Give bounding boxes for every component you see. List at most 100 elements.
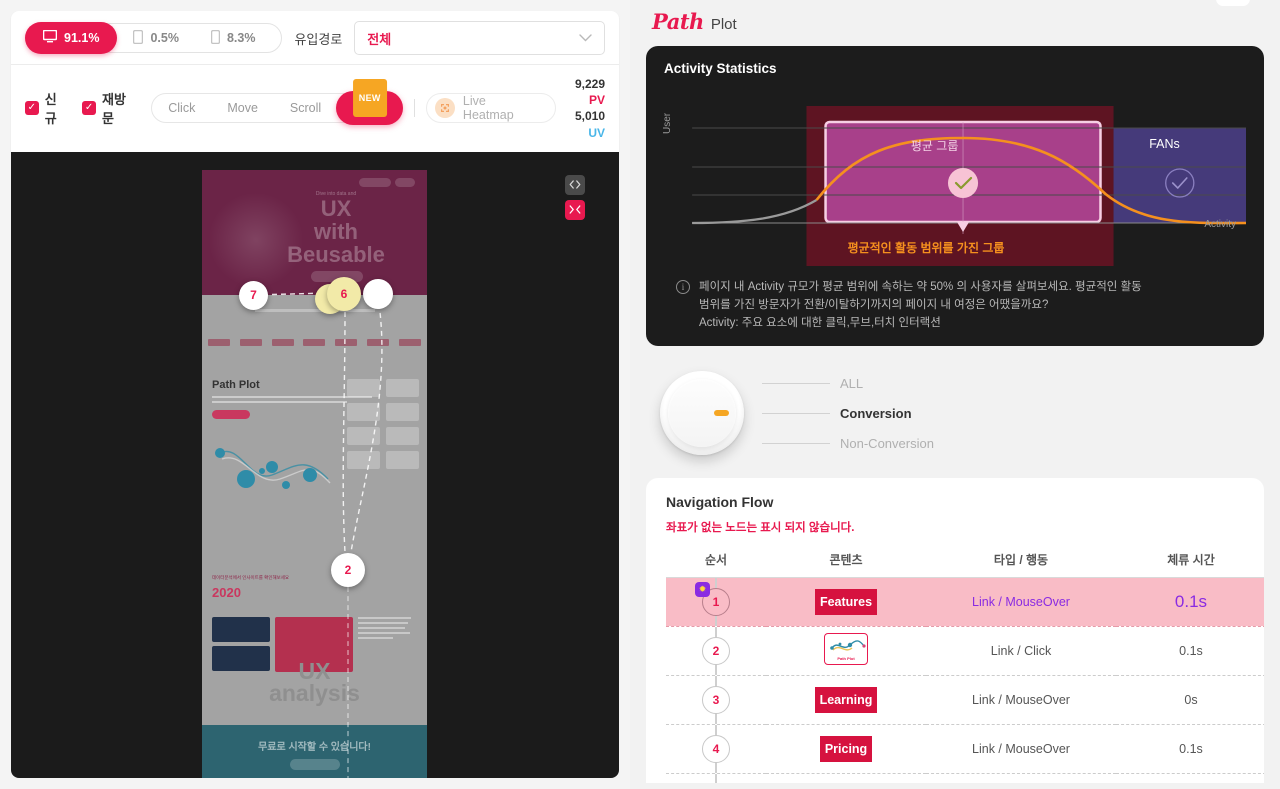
navigation-flow-table: 순서 콘텐츠 타입 / 행동 체류 시간 ✹ 1 Features Link /… [666, 551, 1264, 784]
row-time-cell: 0.1s [1116, 626, 1264, 677]
inflow-path-value: 전체 [367, 31, 392, 47]
preview-mid-button [212, 409, 250, 419]
live-heatmap-button[interactable]: Live Heatmap [426, 93, 556, 124]
interaction-type: Link / MouseOver [972, 693, 1070, 708]
row-content-cell[interactable]: Pricing [766, 724, 926, 775]
path-preview-stage[interactable]: Dive into data and UX with Beusable Path… [11, 151, 619, 778]
row-type-cell: Link / Click [926, 626, 1116, 677]
mode-segmented-control[interactable]: Click Move Scroll NEW Path [151, 79, 404, 126]
knob-options: ALL Conversion Non-Conversion [762, 368, 934, 458]
chart-region-label-fans: FANs [1149, 137, 1180, 151]
stage-button-group [565, 174, 585, 225]
preview-cta-section: 무료로 시작할 수 있습니다! [202, 724, 427, 778]
table-row[interactable]: 2 Path Plot Link / Click 0.1s [666, 626, 1264, 677]
uv-stat: 5,010 UV [556, 108, 605, 140]
preview-cta-button [289, 758, 340, 770]
row-type-cell: Link / MouseOver [926, 577, 1116, 628]
panel-tab-nub[interactable] [1216, 0, 1250, 6]
knob-line [762, 412, 830, 414]
activity-statistics-title: Activity Statistics [664, 61, 777, 76]
row-content-cell[interactable]: Path Plot [766, 626, 926, 677]
pv-label: PV [588, 93, 605, 108]
navigation-flow-title: Navigation Flow [666, 494, 774, 511]
toolbar-divider [414, 99, 416, 118]
tab-path[interactable]: NEW Path [336, 79, 404, 126]
row-time-cell: 0s [1116, 675, 1264, 726]
path-node-6[interactable]: 6 [327, 276, 361, 311]
device-filter-group[interactable]: 91.1% 0.5% 8.3% [25, 22, 283, 54]
checkbox-returning-visitors[interactable]: ✓ 재방문 [82, 89, 137, 127]
table-header-row: 순서 콘텐츠 타입 / 행동 체류 시간 [666, 551, 1264, 579]
knob-option-all[interactable]: ALL [762, 368, 934, 398]
brand-header: Path Plot [646, 0, 1264, 46]
toolbar-row-filters: 91.1% 0.5% 8.3% 유입경로 전체 [11, 11, 619, 65]
tab-click[interactable]: Click [152, 93, 211, 123]
chart-region-label-average: 평균 그룹 [910, 139, 959, 153]
preview-feature-grid [347, 378, 419, 469]
table-head: 순서 콘텐츠 타입 / 행동 체류 시간 [666, 551, 1264, 579]
chart-x-axis-label: Activity [1204, 219, 1236, 230]
preview-ux-analysis-heading: UX analysis [202, 659, 427, 705]
table-body: ✹ 1 Features Link / MouseOver 0.1s 2 Pat… [666, 577, 1264, 784]
page-title: Plot [710, 16, 737, 33]
mobile-icon [210, 29, 221, 47]
checkbox-icon[interactable]: ✓ [82, 101, 96, 116]
code-toggle-icon[interactable] [565, 174, 585, 195]
knob-option-non-conversion-label: Non-Conversion [840, 435, 934, 451]
activity-info-line-1: 페이지 내 Activity 규모가 평균 범위에 속하는 약 50% 의 사용… [699, 281, 1142, 293]
path-node-2[interactable]: 2 [331, 552, 365, 587]
live-heatmap-icon [435, 98, 455, 119]
path-logo: Path [652, 9, 704, 34]
content-tag: Pricing [819, 736, 873, 763]
column-header-type: 타입 / 행동 [926, 551, 1116, 579]
column-header-content: 콘텐츠 [766, 551, 926, 579]
pv-value: 9,229 [574, 77, 605, 91]
knob-inner [668, 379, 736, 448]
tab-move[interactable]: Move [211, 93, 274, 123]
path-node-overlap-back[interactable] [363, 278, 393, 309]
info-icon: i [676, 280, 690, 294]
toolbar-card: 91.1% 0.5% 8.3% 유입경로 전체 ✓ 신규 ✓ 재방문 Click… [11, 11, 619, 152]
row-content-cell[interactable]: Features [766, 577, 926, 628]
hero-line-2: with [314, 219, 358, 245]
toolbar-row-modes: ✓ 신규 ✓ 재방문 Click Move Scroll NEW Path [11, 65, 619, 152]
table-row[interactable]: 4 Pricing Link / MouseOver 0.1s [666, 724, 1264, 775]
device-mobile-value: 8.3% [226, 31, 256, 45]
activity-info-line-2: 범위를 가진 방문자가 전환/이탈하기까지의 페이지 내 여정은 어땠을까요? [699, 299, 1049, 312]
table-row[interactable]: 5 [666, 773, 1264, 784]
row-type-cell: Link / MouseOver [926, 724, 1116, 775]
new-badge: NEW [352, 79, 387, 118]
page-screenshot-preview: Dive into data and UX with Beusable Path… [202, 169, 427, 778]
inflow-path-select[interactable]: 전체 [354, 21, 605, 55]
knob-option-conversion[interactable]: Conversion [762, 398, 934, 428]
preview-network-graph [210, 435, 340, 495]
tab-scroll[interactable]: Scroll [274, 93, 337, 123]
hero-line-3: Beusable [287, 242, 385, 268]
device-chip-mobile[interactable]: 8.3% [195, 23, 272, 53]
device-chip-desktop[interactable]: 91.1% [25, 22, 118, 54]
sequence-number: 2 [702, 637, 730, 666]
dwell-time: 0.1s [1179, 644, 1203, 659]
checkbox-new-visitors[interactable]: ✓ 신규 [25, 89, 68, 127]
chart-y-axis-label: User [662, 112, 673, 134]
row-type-cell [926, 773, 1116, 784]
hero-title: Dive into data and UX with Beusable [261, 191, 411, 268]
collapse-toggle-icon[interactable] [565, 199, 585, 220]
row-content-cell[interactable]: Learning [766, 675, 926, 726]
path-node-7[interactable]: 7 [239, 280, 268, 310]
conversion-knob[interactable] [660, 371, 744, 456]
activity-info-block: i 페이지 내 Activity 규모가 평균 범위에 속하는 약 50% 의 … [664, 278, 1246, 332]
interaction-type: Link / Click [990, 644, 1052, 659]
device-chip-tablet[interactable]: 0.5% [117, 23, 195, 53]
table-row[interactable]: ✹ 1 Features Link / MouseOver 0.1s [666, 577, 1264, 628]
checkbox-icon[interactable]: ✓ [25, 101, 39, 116]
row-order-cell: 4 [666, 724, 766, 775]
device-desktop-value: 91.1% [64, 31, 100, 45]
interaction-type: Link / MouseOver [972, 595, 1070, 610]
activity-chart[interactable]: User Activity 평균 그룹 FANs 평균적인 활동 범위를 가진 … [662, 82, 1247, 272]
sequence-connector [715, 774, 717, 784]
logos-row [208, 338, 421, 346]
table-row[interactable]: 3 Learning Link / MouseOver 0s [666, 675, 1264, 726]
row-content-cell[interactable] [766, 773, 926, 784]
knob-option-non-conversion[interactable]: Non-Conversion [762, 428, 934, 458]
